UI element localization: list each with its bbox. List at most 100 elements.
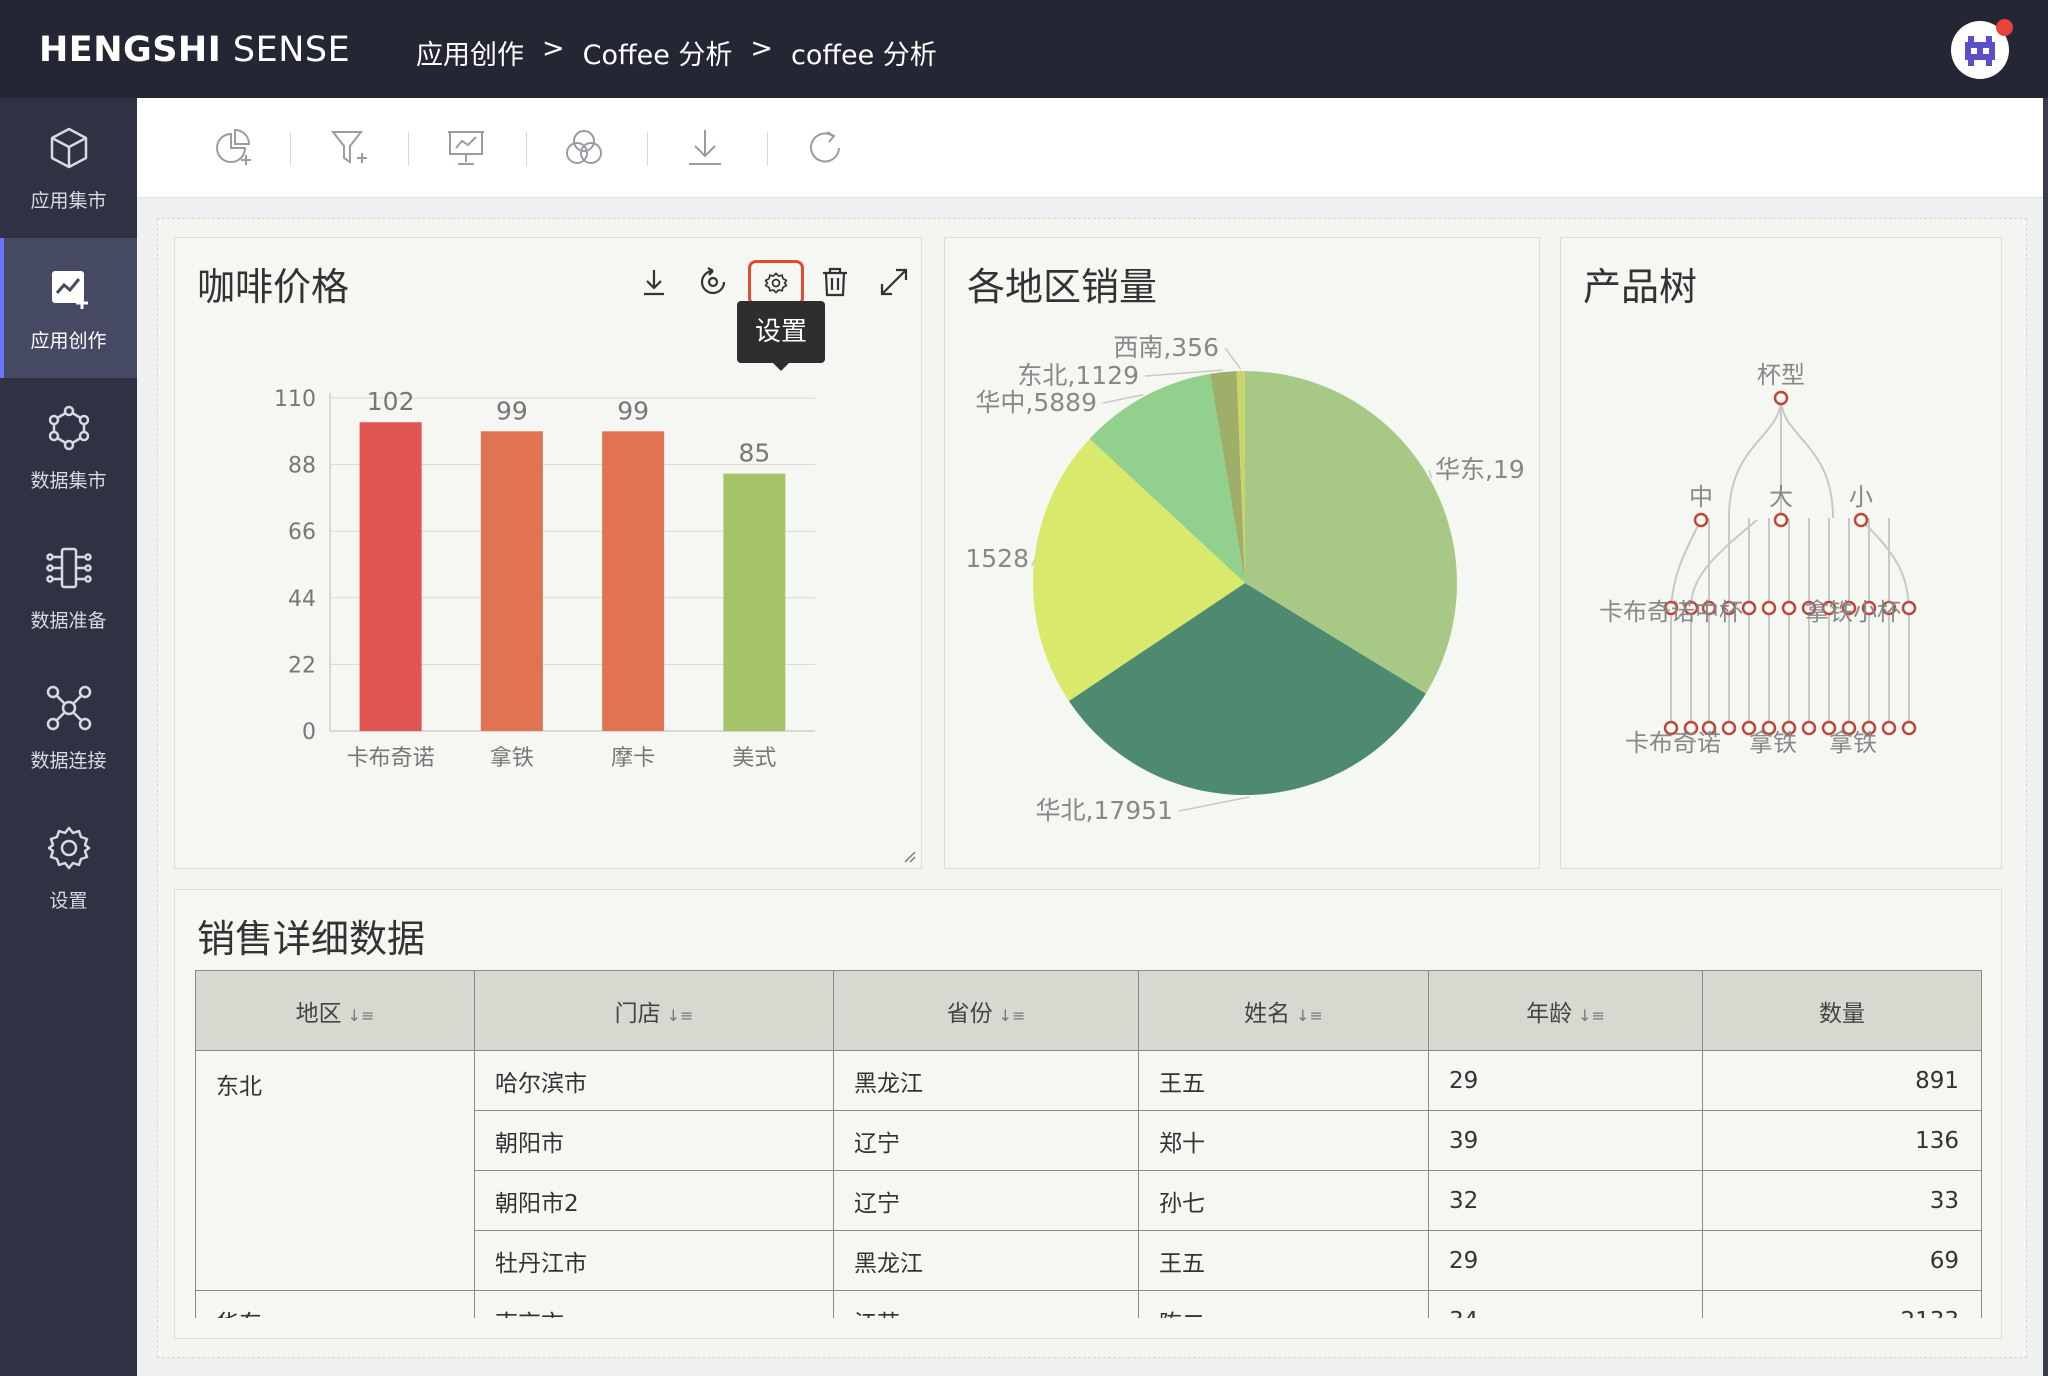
tree-node[interactable] <box>1801 720 1817 736</box>
sidebar-item-data-connect[interactable]: 数据连接 <box>0 658 137 798</box>
tree-node[interactable] <box>1781 600 1797 616</box>
sales-table: 地区 ↓≡ 门店 ↓≡ 省份 ↓≡ 姓名 ↓≡ 年龄 ↓≡ 数量 东北 哈尔滨市 黑龙江 <box>195 970 1982 1318</box>
cell-store: 南京市 <box>474 1290 834 1318</box>
panel-title: 咖啡价格 <box>197 265 350 309</box>
dataset-hub-icon <box>48 405 90 451</box>
cell-quantity: 136 <box>1702 1110 1982 1171</box>
bar[interactable] <box>359 422 422 731</box>
pie-label: 华中,5889 <box>975 388 1097 417</box>
y-tick-label: 44 <box>288 587 316 612</box>
y-tick-label: 22 <box>288 653 316 678</box>
bar[interactable] <box>723 473 786 731</box>
sort-icon[interactable]: ↓≡ <box>1296 1006 1323 1025</box>
table-row[interactable]: 东北 哈尔滨市 黑龙江 王五 29 891 <box>195 1050 1982 1291</box>
brand-logo[interactable]: HENGSHI SENSE <box>39 30 350 70</box>
tree-node[interactable] <box>1741 600 1757 616</box>
tree-node[interactable] <box>1773 390 1789 406</box>
pie-label-line <box>1224 347 1242 370</box>
toolbar-divider <box>767 132 768 166</box>
panel-region-sales[interactable]: 各地区销量 华东,19 华北,17951 1528 华中,5889 东北,1129 西南,… <box>944 237 1540 869</box>
sidebar-item-label: 数据连接 <box>30 750 107 772</box>
bar[interactable] <box>480 431 543 731</box>
panel-title: 销售详细数据 <box>197 917 426 961</box>
pie-label: 1528 <box>965 544 1029 573</box>
download-icon[interactable] <box>632 260 676 304</box>
tree-node[interactable] <box>1853 512 1869 528</box>
sidebar-item-app-create[interactable]: 应用创作 <box>0 238 137 378</box>
trash-icon[interactable] <box>813 260 857 304</box>
cell-store: 牡丹江市 <box>474 1230 834 1291</box>
breadcrumb-item-coffee-analysis[interactable]: Coffee 分析 <box>583 33 733 72</box>
column-header-quantity[interactable]: 数量 <box>1702 970 1982 1051</box>
tree-node-label: 中 <box>1689 483 1713 511</box>
bar-value-label: 85 <box>738 439 770 468</box>
cell-name: 王五 <box>1138 1230 1429 1291</box>
chart-create-icon <box>52 271 88 309</box>
cell-region: 华东 <box>195 1290 475 1318</box>
sidebar-item-app-market[interactable]: 应用集市 <box>0 98 137 238</box>
column-header-province[interactable]: 省份 ↓≡ <box>833 970 1139 1051</box>
sidebar-item-label: 应用创作 <box>30 330 107 352</box>
bar-value-label: 99 <box>496 396 528 425</box>
tree-node-label: 卡布奇诺中杯 <box>1599 598 1743 626</box>
column-header-age[interactable]: 年龄 ↓≡ <box>1428 970 1703 1051</box>
download-icon[interactable] <box>683 126 727 170</box>
main-content: 咖啡价格 0 22 44 66 88 110 102 卡布奇诺 99 拿铁 99 摩卡 85 美 <box>137 98 2048 1376</box>
pie-label: 华东,19 <box>1435 455 1525 484</box>
presentation-icon[interactable] <box>444 126 488 170</box>
cell-age: 29 <box>1428 1050 1703 1111</box>
resize-handle-icon[interactable] <box>903 850 917 864</box>
sort-icon[interactable]: ↓≡ <box>667 1006 694 1025</box>
dashboard-canvas: 咖啡价格 0 22 44 66 88 110 102 卡布奇诺 99 拿铁 99 摩卡 85 美 <box>157 218 2027 1358</box>
sidebar-item-dataset-market[interactable]: 数据集市 <box>0 378 137 518</box>
settings-gear-icon[interactable] <box>748 260 804 306</box>
cell-store: 哈尔滨市 <box>474 1050 834 1111</box>
bar-value-label: 99 <box>617 396 649 425</box>
tree-node[interactable] <box>1773 512 1789 528</box>
cell-quantity: 2133 <box>1702 1290 1982 1318</box>
sort-icon[interactable]: ↓≡ <box>1578 1006 1605 1025</box>
toolbar-divider <box>290 132 291 166</box>
data-prep-icon <box>46 547 92 589</box>
tree-node[interactable] <box>1881 720 1897 736</box>
tree-node-label: 小 <box>1849 483 1873 511</box>
fullscreen-icon[interactable] <box>872 260 916 304</box>
avatar[interactable] <box>1951 19 2013 79</box>
column-header-store[interactable]: 门店 ↓≡ <box>474 970 834 1051</box>
cell-age: 29 <box>1428 1230 1703 1291</box>
tree-node[interactable] <box>1901 600 1917 616</box>
column-header-region[interactable]: 地区 ↓≡ <box>195 970 475 1051</box>
sort-icon[interactable]: ↓≡ <box>999 1006 1026 1025</box>
y-tick-label: 88 <box>288 454 316 479</box>
tree-node[interactable] <box>1693 512 1709 528</box>
toolbar-divider <box>647 132 648 166</box>
brand-light: SENSE <box>232 30 351 70</box>
breadcrumb-separator: > <box>542 33 565 64</box>
cell-quantity: 69 <box>1702 1230 1982 1291</box>
column-header-name[interactable]: 姓名 ↓≡ <box>1138 970 1429 1051</box>
bar[interactable] <box>602 431 665 731</box>
cell-quantity: 891 <box>1702 1050 1982 1111</box>
tree-node[interactable] <box>1721 720 1737 736</box>
history-icon[interactable] <box>691 260 735 304</box>
sidebar-item-label: 数据集市 <box>30 470 107 492</box>
refresh-icon[interactable] <box>803 126 847 170</box>
table-scroll-area[interactable]: 地区 ↓≡ 门店 ↓≡ 省份 ↓≡ 姓名 ↓≡ 年龄 ↓≡ 数量 东北 哈尔滨市 黑龙江 <box>195 970 1985 1318</box>
cell-age: 39 <box>1428 1110 1703 1171</box>
cell-name: 郑十 <box>1138 1110 1429 1171</box>
table-row[interactable]: 华东 南京市 江苏 陈二 34 2133 <box>195 1290 1982 1318</box>
tree-node[interactable] <box>1761 600 1777 616</box>
sidebar-item-settings[interactable]: 设置 <box>0 798 137 938</box>
add-chart-icon[interactable] <box>211 126 255 170</box>
tree-node[interactable] <box>1901 720 1917 736</box>
sidebar-item-data-prep[interactable]: 数据准备 <box>0 518 137 658</box>
panel-product-tree[interactable]: 产品树 杯型 中 大 小 卡布奇诺中杯 拿铁小杯 卡布奇诺 拿铁 拿铁 <box>1560 237 2002 869</box>
panel-sales-detail[interactable]: 销售详细数据 地区↓≡ 门店↓≡ 省份↓≡ 姓名↓≡ 年龄↓≡ 数量 <box>174 889 2002 1339</box>
layers-icon[interactable] <box>562 126 606 170</box>
tree-node-label: 大 <box>1769 483 1793 511</box>
cell-region: 东北 <box>195 1050 475 1291</box>
sort-icon[interactable]: ↓≡ <box>348 1006 375 1025</box>
tree-leaf-label: 拿铁 <box>1749 729 1797 757</box>
add-filter-icon[interactable] <box>327 126 371 170</box>
breadcrumb-item-app-create[interactable]: 应用创作 <box>416 33 524 72</box>
